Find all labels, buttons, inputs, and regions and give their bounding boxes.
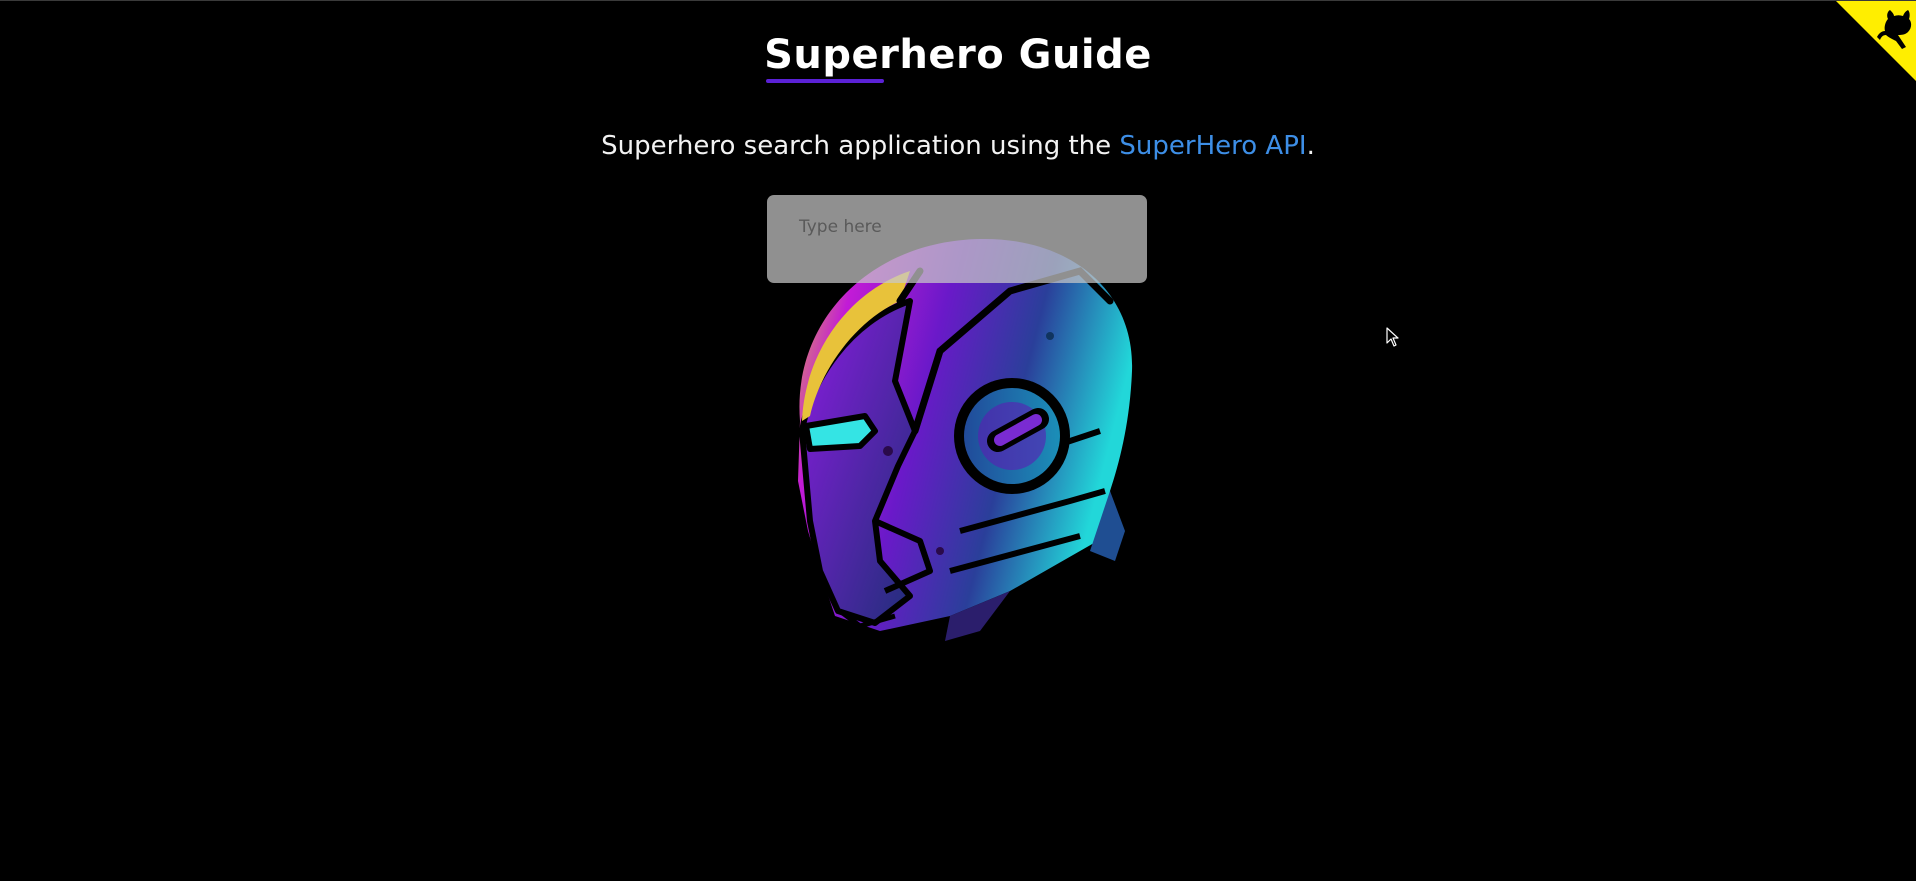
title-underline [766, 79, 885, 83]
intro-text-after: . [1306, 131, 1315, 161]
title-wrap: Superhero Guide [764, 29, 1152, 83]
robot-helmet-illustration [798, 238, 1133, 641]
search-placeholder: Type here [799, 217, 882, 237]
page: Superhero Guide Superhero search applica… [0, 0, 1916, 881]
superhero-api-link[interactable]: SuperHero API [1119, 131, 1306, 161]
header: Superhero Guide [0, 29, 1916, 83]
github-cat-icon[interactable] [1836, 1, 1916, 81]
page-title: Superhero Guide [764, 32, 1152, 78]
search-input[interactable]: Type here [767, 195, 1147, 283]
intro-text-before: Superhero search application using the [601, 131, 1120, 161]
intro-text: Superhero search application using the S… [0, 129, 1916, 163]
mouse-cursor-icon [1386, 327, 1399, 347]
